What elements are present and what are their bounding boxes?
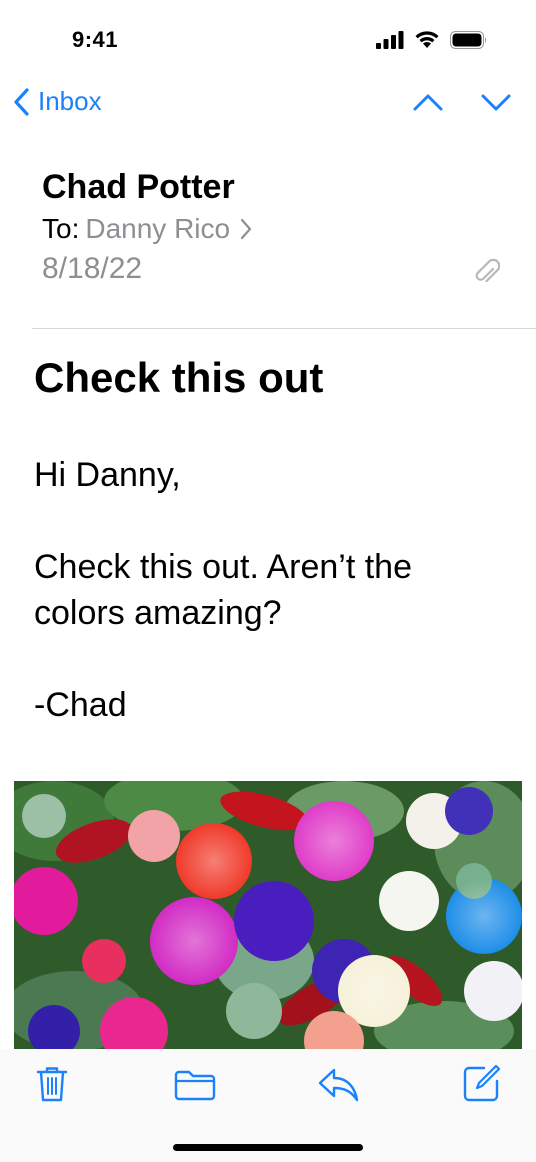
sender-name[interactable]: Chad Potter: [42, 166, 512, 208]
compose-icon[interactable]: [462, 1063, 502, 1103]
flower-photo: [14, 781, 522, 1049]
recipient-name: Danny Rico: [85, 213, 231, 244]
chevron-down-icon[interactable]: [480, 92, 512, 112]
email-header: Chad Potter To: Danny Rico 8/18/22: [42, 166, 512, 288]
email-body: Hi Danny, Check this out. Aren’t the col…: [34, 452, 504, 774]
home-indicator[interactable]: [173, 1144, 363, 1151]
chevron-left-icon: [14, 87, 29, 116]
chevron-up-icon[interactable]: [412, 92, 444, 112]
body-greeting: Hi Danny,: [34, 456, 181, 494]
message-navigation: [412, 92, 512, 112]
signal-icon: [376, 30, 404, 49]
body-message: Check this out. Aren’t the colors amazin…: [34, 548, 412, 632]
recipient-line[interactable]: To: Danny Rico: [42, 212, 512, 246]
battery-icon: [450, 30, 487, 49]
email-date: 8/18/22: [42, 252, 143, 285]
body-signoff: -Chad: [34, 686, 127, 724]
back-button[interactable]: Inbox: [12, 86, 102, 117]
back-label: Inbox: [38, 86, 102, 116]
wifi-icon: [415, 31, 439, 48]
nav-bar: Inbox: [0, 70, 536, 134]
header-divider: [32, 328, 536, 329]
attached-photo[interactable]: [14, 781, 522, 1049]
status-icons: [376, 30, 488, 49]
email-subject: Check this out: [34, 354, 324, 401]
to-label: To:: [42, 213, 80, 244]
paperclip-icon: [475, 258, 500, 283]
folder-icon[interactable]: [174, 1069, 216, 1101]
reply-icon[interactable]: [318, 1067, 360, 1103]
chevron-right-icon: [240, 218, 252, 240]
status-bar: 9:41: [0, 0, 536, 70]
status-time: 9:41: [72, 27, 119, 52]
trash-icon[interactable]: [36, 1065, 68, 1103]
